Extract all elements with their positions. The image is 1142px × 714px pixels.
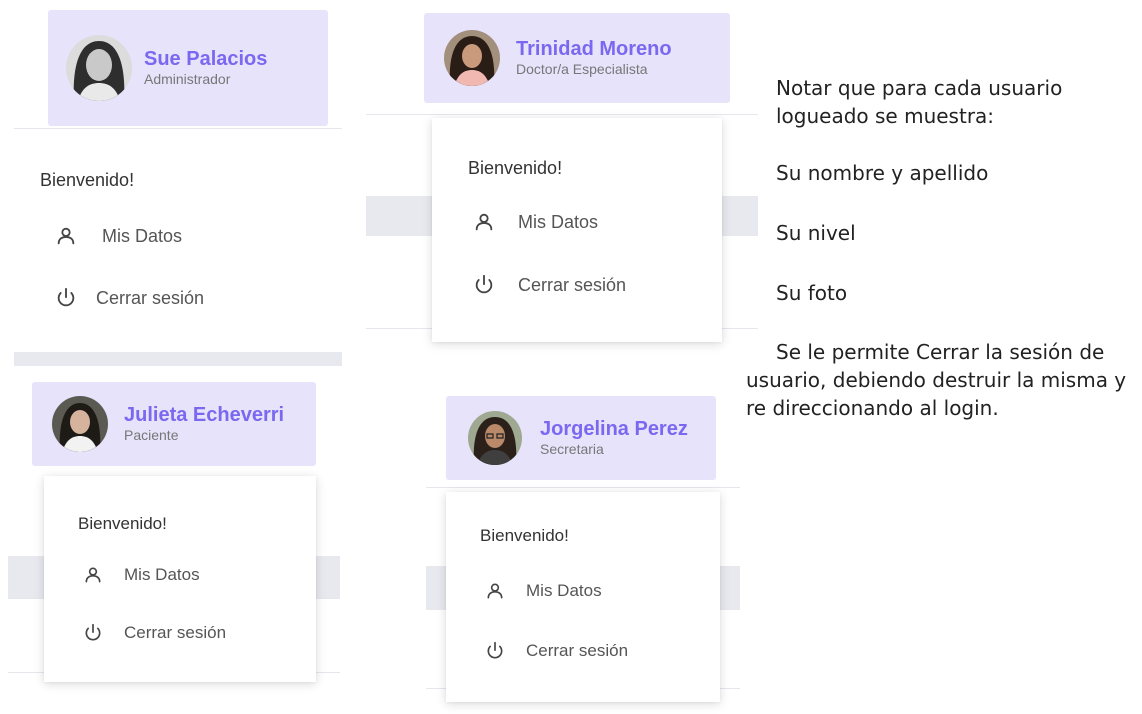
user-header[interactable]: Jorgelina Perez Secretaria	[446, 396, 716, 480]
user-card-1: Sue Palacios Administrador Bienvenido! M…	[14, 0, 342, 366]
user-header[interactable]: Sue Palacios Administrador	[48, 10, 328, 126]
menu-item-cerrar-sesion[interactable]: Cerrar sesión	[484, 640, 628, 662]
menu-item-cerrar-sesion[interactable]: Cerrar sesión	[54, 286, 204, 310]
user-info: Sue Palacios Administrador	[144, 48, 267, 89]
power-icon	[484, 640, 506, 662]
menu-item-label: Mis Datos	[102, 225, 183, 246]
user-name: Jorgelina Perez	[540, 417, 688, 440]
menu-item-label: Cerrar sesión	[526, 641, 629, 660]
user-role: Paciente	[124, 426, 179, 443]
divider	[366, 114, 758, 115]
menu-item-label: Mis Datos	[518, 211, 599, 232]
user-card-2: Trinidad Moreno Doctor/a Especialista Bi…	[366, 0, 758, 354]
note-name: Su nombre y apellido	[776, 161, 989, 185]
welcome-text: Bienvenido!	[480, 526, 569, 545]
avatar	[52, 396, 108, 452]
user-info: Jorgelina Perez Secretaria	[540, 418, 688, 459]
note-intro: Notar que para cada usuario logueado se …	[776, 76, 1063, 128]
user-role: Administrador	[144, 70, 231, 87]
avatar	[66, 35, 132, 101]
power-icon	[54, 286, 78, 310]
user-icon	[484, 580, 506, 602]
user-name: Trinidad Moreno	[516, 37, 672, 60]
welcome-text: Bienvenido!	[78, 514, 167, 533]
user-card-4: Jorgelina Perez Secretaria Bienvenido! M…	[426, 388, 740, 714]
user-dropdown-menu: Bienvenido! Mis Datos Cerrar sesión	[44, 476, 316, 682]
user-info: Trinidad Moreno Doctor/a Especialista	[516, 38, 672, 79]
user-photo-icon	[468, 411, 522, 465]
note-logout: Se le permite Cerrar la sesión de usuari…	[746, 340, 1127, 420]
welcome-text: Bienvenido!	[468, 158, 563, 178]
page-background-band	[14, 352, 342, 366]
power-icon	[82, 622, 104, 644]
user-dropdown-menu: Bienvenido! Mis Datos Cerrar sesión	[432, 118, 722, 342]
divider	[14, 128, 342, 129]
user-name: Sue Palacios	[144, 47, 268, 70]
menu-item-label: Mis Datos	[526, 581, 602, 600]
user-role: Secretaria	[540, 440, 604, 457]
divider	[426, 487, 740, 488]
user-photo-icon	[444, 30, 500, 86]
note-level: Su nivel	[776, 221, 856, 245]
menu-item-mis-datos[interactable]: Mis Datos	[484, 580, 602, 602]
menu-item-label: Cerrar sesión	[96, 287, 205, 308]
power-icon	[472, 273, 496, 297]
menu-item-cerrar-sesion[interactable]: Cerrar sesión	[472, 273, 626, 297]
user-dropdown-menu: Bienvenido! Mis Datos Cerrar sesión	[446, 492, 720, 702]
user-photo-icon	[66, 35, 132, 101]
user-name: Julieta Echeverri	[124, 403, 285, 426]
user-icon	[82, 564, 104, 586]
menu-item-mis-datos[interactable]: Mis Datos	[472, 210, 598, 234]
user-icon	[472, 210, 496, 234]
menu-item-label: Cerrar sesión	[124, 623, 227, 642]
user-icon	[54, 224, 78, 248]
user-header[interactable]: Trinidad Moreno Doctor/a Especialista	[424, 13, 730, 103]
menu-item-cerrar-sesion[interactable]: Cerrar sesión	[82, 622, 226, 644]
menu-item-mis-datos[interactable]: Mis Datos	[82, 564, 200, 586]
welcome-text: Bienvenido!	[40, 170, 135, 190]
avatar	[444, 30, 500, 86]
menu-item-mis-datos[interactable]: Mis Datos	[54, 224, 182, 248]
menu-item-label: Mis Datos	[124, 565, 200, 584]
user-photo-icon	[52, 396, 108, 452]
user-header[interactable]: Julieta Echeverri Paciente	[32, 382, 316, 466]
user-card-3: Julieta Echeverri Paciente Bienvenido! M…	[8, 374, 340, 700]
menu-item-label: Cerrar sesión	[518, 274, 627, 295]
user-info: Julieta Echeverri Paciente	[124, 404, 284, 445]
avatar	[468, 411, 522, 465]
user-dropdown-menu: Bienvenido! Mis Datos Cerrar sesión	[14, 130, 342, 350]
user-role: Doctor/a Especialista	[516, 60, 648, 77]
note-photo: Su foto	[776, 281, 848, 305]
